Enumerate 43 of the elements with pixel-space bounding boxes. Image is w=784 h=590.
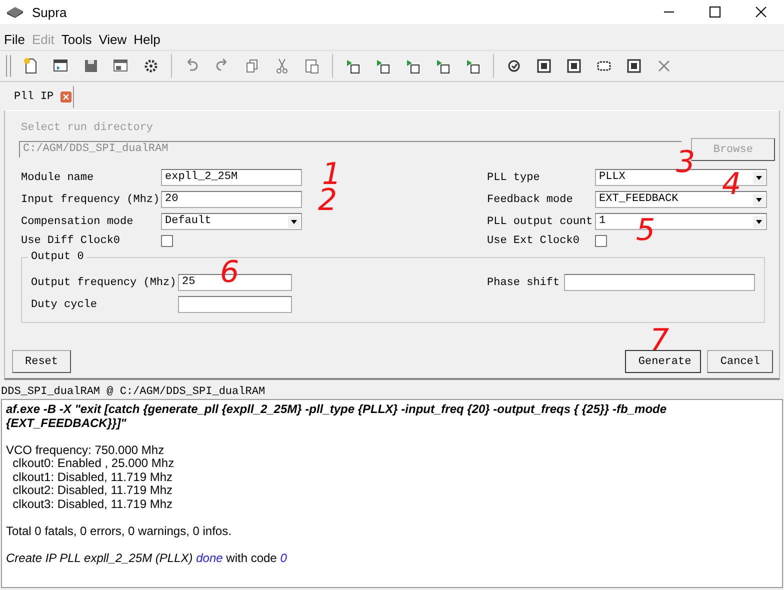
group-title: Output 0 (28, 251, 87, 263)
field-label: Feedback mode (487, 194, 574, 206)
app-icon (6, 5, 24, 19)
console-line: clkout0: Enabled , 25.000 Mhz (12, 457, 176, 470)
field-label: Use Diff Clock0 (21, 235, 122, 247)
console-line: clkout2: Disabled, 11.719 Mhz (12, 484, 174, 498)
caret-icon (753, 194, 765, 206)
menu-item[interactable]: File (4, 32, 25, 46)
field-label: PLL type (487, 172, 541, 184)
console-line: VCO frequency: 750.000 Mhz (6, 444, 166, 457)
field-label: Phase shift (487, 276, 561, 288)
cancel-button[interactable]: Cancel (707, 350, 773, 373)
handwritten-number: 2 (318, 186, 338, 216)
menu-item[interactable]: View (98, 32, 127, 46)
console-line: Total 0 fatals, 0 errors, 0 warnings, 0 infos. (6, 524, 232, 538)
field-label: Module name (21, 172, 95, 184)
generate-button[interactable]: Generate (625, 350, 702, 373)
input-field[interactable]: expll_2_25M (161, 169, 302, 186)
field-label: Use Ext Clock0 (487, 235, 580, 247)
checkbox[interactable] (595, 235, 607, 247)
console-line: clkout1: Disabled, 11.719 Mhz (12, 470, 174, 484)
input-field[interactable] (178, 296, 292, 313)
input-field[interactable] (564, 274, 755, 291)
input-field[interactable]: 20 (161, 191, 302, 208)
field-label: Duty cycle (31, 298, 98, 310)
field-label: Select run directory (21, 122, 154, 135)
console-line: Create IP PLL expll_2_25M (PLLX) done with code 0 (6, 552, 288, 565)
caret-icon (753, 216, 765, 228)
menu-item[interactable]: Help (134, 32, 160, 46)
console-line: clkout3: Disabled, 11.719 Mhz (12, 498, 174, 511)
checkbox[interactable] (161, 235, 173, 247)
menu-item[interactable]: Tools (61, 32, 92, 46)
window-title: Supra (32, 4, 67, 20)
reset-button[interactable]: Reset (12, 350, 72, 373)
field-label: Input frequency (Mhz) (21, 194, 161, 206)
dropdown[interactable]: Default (161, 213, 302, 230)
field-label: Output frequency (Mhz) (31, 276, 178, 288)
field-label: PLL output count (487, 216, 594, 228)
caret-icon (288, 216, 300, 228)
caret-icon (753, 172, 765, 184)
console-command: af.exe -B -X "exit [catch {generate_pll {expll_2_25M} -pll_type {PLLX} -input_freq {20} -output_freqs { {25}} -fb_mode {EXT_FEEDBACK}}]" (6, 403, 668, 430)
field-label: Compensation mode (21, 216, 134, 228)
status-text: DDS_SPI_dualRAM @ C:/AGM/DDS_SPI_dualRAM (0, 385, 266, 399)
